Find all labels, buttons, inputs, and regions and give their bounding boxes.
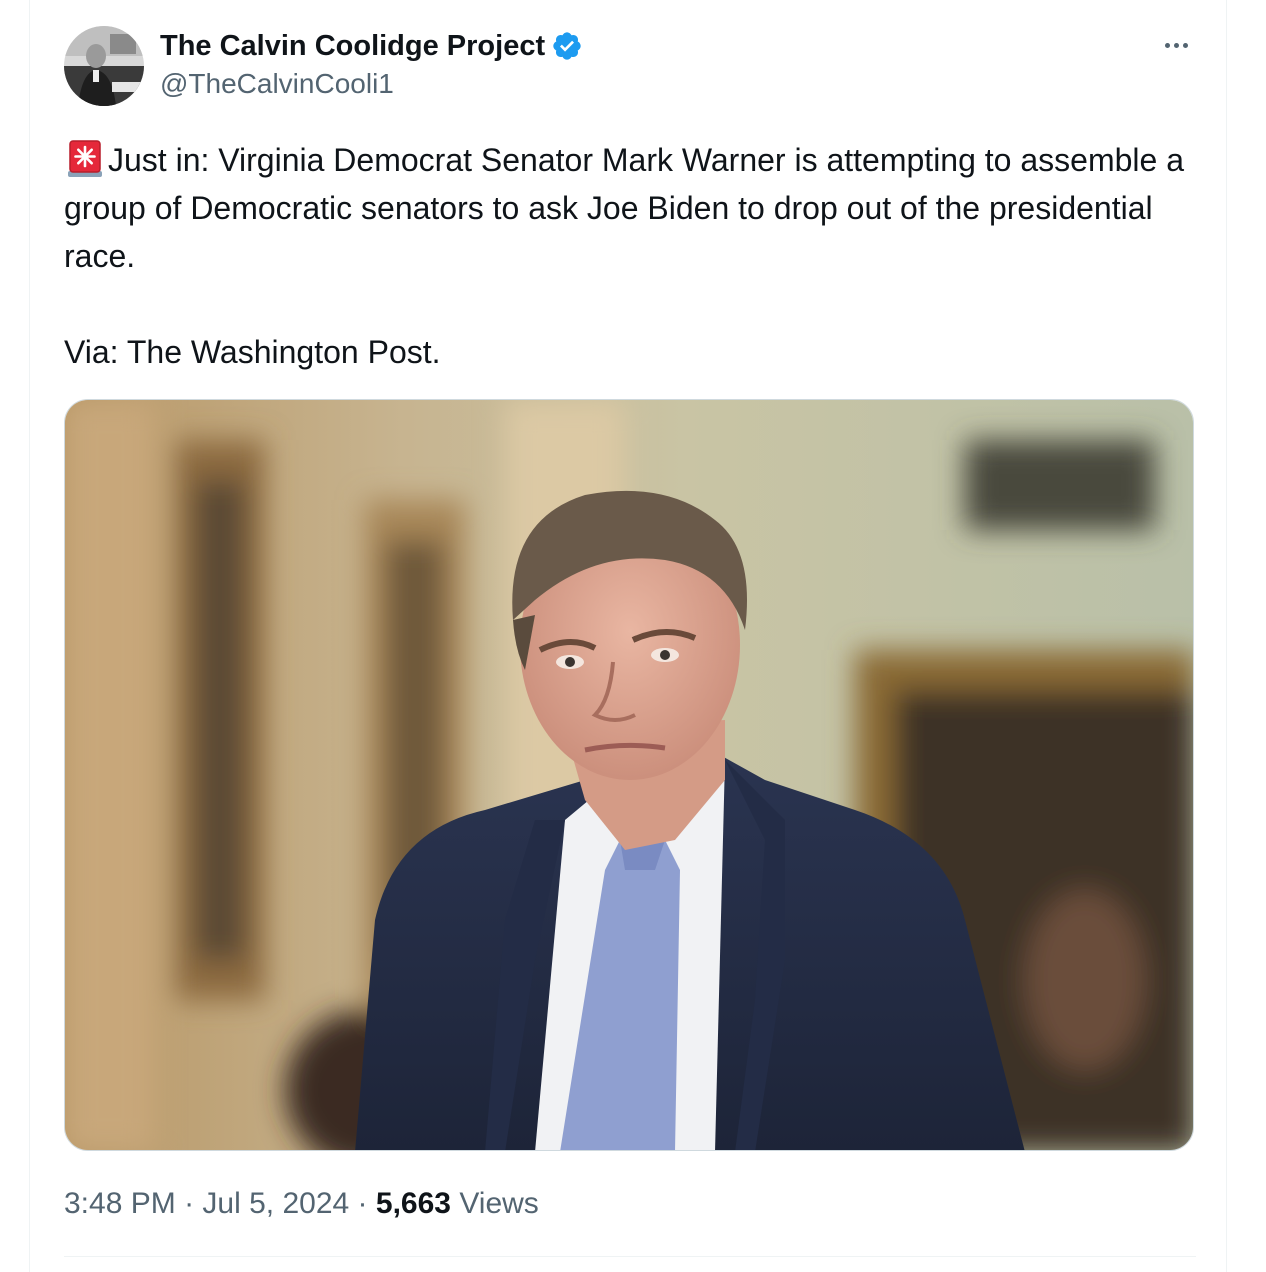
tweet-meta: 3:48 PM · Jul 5, 2024 · 5,663 Views bbox=[64, 1184, 539, 1224]
tweet-photo bbox=[65, 400, 1193, 1150]
tweet-line-1: Just in: Virginia Democrat Senator Mark … bbox=[64, 142, 1193, 274]
more-dot bbox=[1182, 42, 1188, 48]
views-label: Views bbox=[459, 1187, 539, 1220]
author-display-name[interactable]: The Calvin Coolidge Project bbox=[160, 30, 545, 63]
tweet-image[interactable] bbox=[64, 399, 1194, 1151]
author-avatar[interactable] bbox=[64, 26, 144, 106]
police-car-light-icon bbox=[68, 140, 102, 177]
tweet-text: Just in: Virginia Democrat Senator Mark … bbox=[64, 136, 1204, 376]
verified-badge-icon[interactable] bbox=[551, 30, 583, 62]
author-handle[interactable]: @TheCalvinCooli1 bbox=[160, 68, 394, 100]
tweet-date: Jul 5, 2024 bbox=[202, 1187, 350, 1220]
tweet-timestamp-link[interactable]: 3:48 PM · Jul 5, 2024 bbox=[64, 1187, 349, 1220]
more-dot bbox=[1164, 42, 1170, 48]
tweet-time: 3:48 PM bbox=[64, 1187, 176, 1220]
meta-separator: · bbox=[184, 1187, 195, 1220]
author-name-row: The Calvin Coolidge Project bbox=[160, 28, 583, 64]
views-count: 5,663 bbox=[375, 1187, 451, 1220]
more-horizontal-icon[interactable] bbox=[1156, 30, 1196, 60]
avatar-photo bbox=[64, 26, 144, 106]
divider bbox=[64, 1256, 1196, 1257]
meta-separator: · bbox=[357, 1187, 368, 1220]
more-dot bbox=[1173, 42, 1179, 48]
tweet-line-2: Via: The Washington Post. bbox=[64, 334, 441, 370]
